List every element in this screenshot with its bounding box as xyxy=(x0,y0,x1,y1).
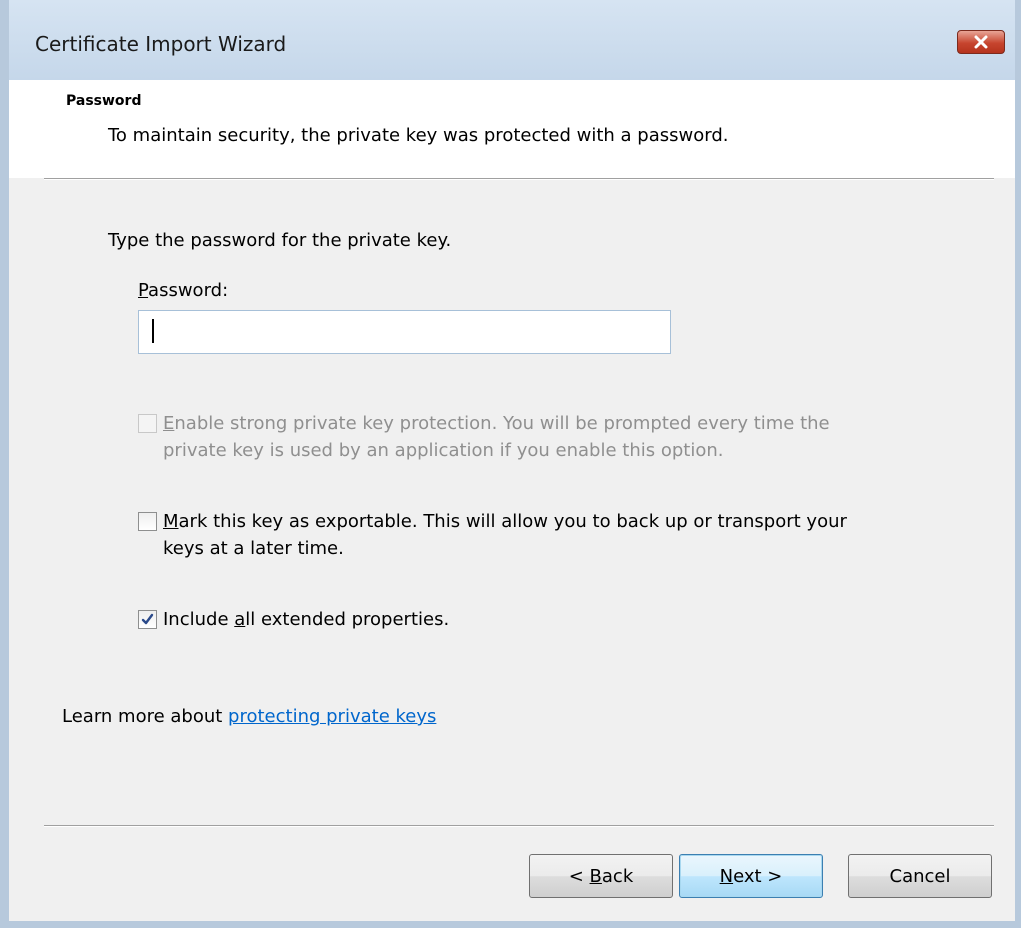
title-bar[interactable]: Certificate Import Wizard xyxy=(9,0,1015,80)
footer-divider xyxy=(44,825,994,827)
wizard-client-area: Password To maintain security, the priva… xyxy=(9,80,1015,921)
password-input[interactable] xyxy=(138,310,671,354)
page-title: Password xyxy=(66,93,142,109)
strong-protection-option: Enable strong private key protection. Yo… xyxy=(138,410,830,464)
next-button-mnemonic: N xyxy=(719,865,734,887)
exportable-mnemonic: M xyxy=(163,511,179,532)
back-button-rest: ack xyxy=(601,865,634,887)
strong-protection-text-1: nable strong private key protection. You… xyxy=(174,413,830,434)
exportable-checkbox[interactable] xyxy=(138,512,157,531)
protecting-private-keys-link[interactable]: protecting private keys xyxy=(228,706,436,727)
strong-protection-label: Enable strong private key protection. Yo… xyxy=(163,410,830,464)
strong-protection-mnemonic: E xyxy=(163,413,175,434)
exportable-text-1: ark this key as exportable. This will al… xyxy=(178,511,847,532)
extended-properties-mnemonic: a xyxy=(234,609,246,630)
learn-more-prefix: Learn more about xyxy=(62,706,229,727)
checkmark-icon xyxy=(141,613,154,625)
extended-properties-checkbox[interactable] xyxy=(138,610,157,629)
close-button[interactable] xyxy=(957,30,1005,54)
extended-properties-text-rest: ll extended properties. xyxy=(245,609,450,630)
strong-protection-text-2: private key is used by an application if… xyxy=(163,440,724,461)
text-caret xyxy=(152,319,154,343)
exportable-text-2: keys at a later time. xyxy=(163,538,344,559)
window-title: Certificate Import Wizard xyxy=(35,32,287,56)
exportable-label[interactable]: Mark this key as exportable. This will a… xyxy=(163,508,847,562)
extended-properties-label[interactable]: Include all extended properties. xyxy=(163,606,449,633)
cancel-button[interactable]: Cancel xyxy=(848,854,992,898)
password-label-text: assword: xyxy=(148,280,229,301)
extended-properties-option[interactable]: Include all extended properties. xyxy=(138,606,449,633)
password-label-mnemonic: P xyxy=(138,280,149,301)
wizard-header: Password To maintain security, the priva… xyxy=(9,80,1015,178)
page-description: To maintain security, the private key wa… xyxy=(108,125,729,146)
password-label: Password: xyxy=(138,280,228,301)
strong-protection-checkbox xyxy=(138,414,157,433)
next-button-rest: ext > xyxy=(733,865,783,887)
password-prompt: Type the password for the private key. xyxy=(108,230,452,251)
back-button-mnemonic: B xyxy=(589,865,602,887)
back-button[interactable]: < Back xyxy=(529,854,673,898)
extended-properties-text-pre: Include xyxy=(163,609,235,630)
wizard-window: Certificate Import Wizard Password To ma… xyxy=(0,0,1021,928)
learn-more-text: Learn more about protecting private keys xyxy=(62,706,436,727)
close-icon xyxy=(974,35,988,49)
next-button[interactable]: Next > xyxy=(679,854,823,898)
exportable-option[interactable]: Mark this key as exportable. This will a… xyxy=(138,508,847,562)
back-button-pre: < xyxy=(568,865,590,887)
header-divider xyxy=(44,178,994,180)
